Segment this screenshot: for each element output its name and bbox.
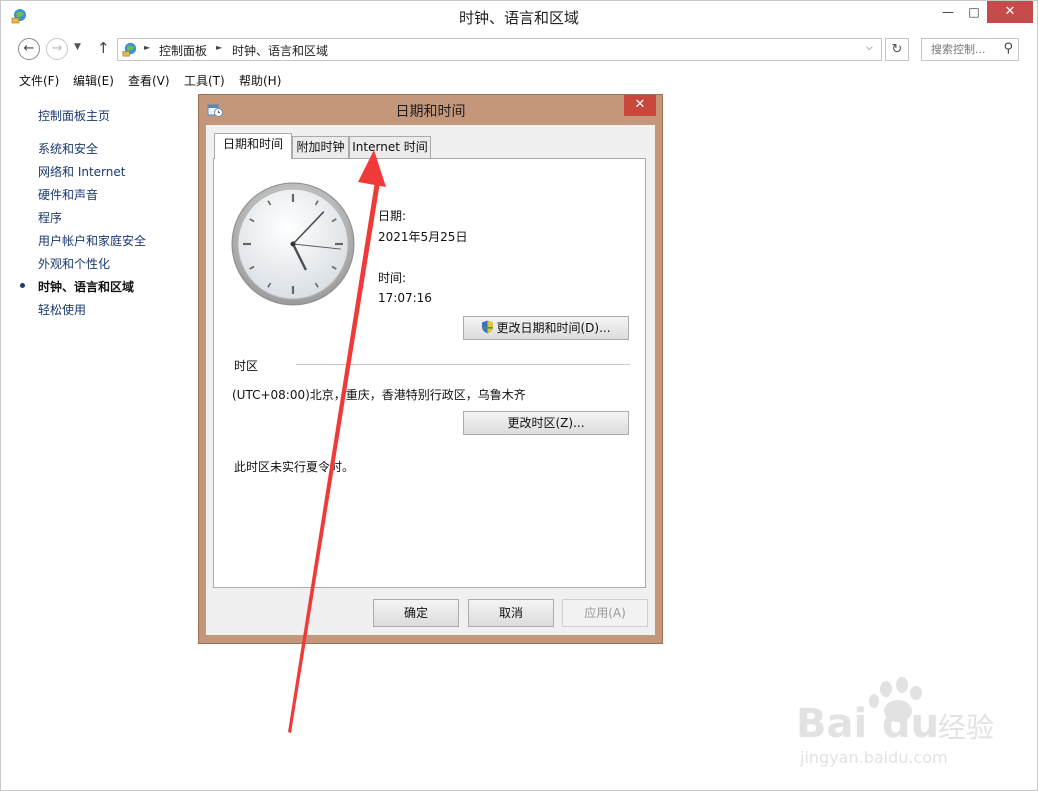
back-button[interactable]: ←: [18, 38, 40, 60]
date-label: 日期:: [378, 209, 407, 223]
menu-bar: 文件(F) 编辑(E) 查看(V) 工具(T) 帮助(H): [1, 69, 1037, 91]
control-panel-icon: [122, 42, 137, 57]
address-bar[interactable]: ► 控制面板 ► 时钟、语言和区域 ⌵: [117, 38, 882, 61]
sidebar: 控制面板主页 系统和安全 网络和 Internet 硬件和声音 程序 用户帐户和…: [1, 91, 201, 391]
sidebar-item-hardware-sound[interactable]: 硬件和声音: [38, 186, 98, 203]
timezone-divider: [296, 364, 630, 365]
uac-shield-icon: [482, 320, 494, 334]
menu-view[interactable]: 查看(V): [128, 72, 170, 89]
breadcrumb-separator-icon[interactable]: ►: [144, 43, 150, 52]
change-date-time-label: 更改日期和时间(D)...: [496, 321, 611, 335]
breadcrumb-clock-language-region[interactable]: 时钟、语言和区域: [232, 42, 328, 59]
tab-date-time[interactable]: 日期和时间: [214, 133, 292, 159]
search-input[interactable]: [922, 39, 1002, 60]
watermark-brand: Bai: [796, 701, 867, 747]
search-icon[interactable]: ⚲: [1003, 41, 1013, 56]
window-title: 时钟、语言和区域: [458, 9, 579, 27]
dialog-close-button[interactable]: ✕: [624, 95, 656, 116]
refresh-button[interactable]: ↻: [885, 38, 909, 61]
forward-button[interactable]: →: [46, 38, 68, 60]
address-bar-row: ← → ▼ ↑ ► 控制面板 ► 时钟、语言和区域 ⌵ ↻ ⚲: [1, 34, 1037, 64]
tab-internet-time[interactable]: Internet 时间: [349, 136, 431, 159]
breadcrumb-separator-icon[interactable]: ►: [216, 43, 222, 52]
address-dropdown-icon[interactable]: ⌵: [866, 43, 873, 53]
date-value: 2021年5月25日: [378, 230, 468, 244]
breadcrumb-control-panel[interactable]: 控制面板: [159, 42, 207, 59]
sidebar-item-programs[interactable]: 程序: [38, 209, 62, 226]
sidebar-item-system-security[interactable]: 系统和安全: [38, 140, 98, 157]
watermark-suffix: 经验: [938, 711, 994, 744]
close-button[interactable]: ✕: [987, 1, 1033, 23]
dst-note: 此时区未实行夏令时。: [234, 460, 355, 474]
change-timezone-button[interactable]: 更改时区(Z)...: [463, 411, 629, 435]
timezone-value: (UTC+08:00)北京，重庆，香港特别行政区，乌鲁木齐: [232, 388, 526, 402]
sidebar-item-ease-of-access[interactable]: 轻松使用: [38, 301, 86, 318]
recent-locations-chevron-icon[interactable]: ▼: [74, 42, 81, 52]
sidebar-home-link[interactable]: 控制面板主页: [38, 107, 110, 124]
sidebar-item-clock-region[interactable]: 时钟、语言和区域: [38, 278, 134, 295]
cancel-button[interactable]: 取消: [468, 599, 554, 627]
up-button[interactable]: ↑: [97, 39, 110, 57]
menu-file[interactable]: 文件(F): [19, 72, 59, 89]
time-label: 时间:: [378, 271, 407, 285]
analog-clock: [231, 182, 355, 306]
time-value: 17:07:16: [378, 291, 432, 305]
change-date-time-button[interactable]: 更改日期和时间(D)...: [463, 316, 629, 340]
watermark-brand-tail: du: [882, 701, 939, 747]
menu-edit[interactable]: 编辑(E): [73, 72, 114, 89]
baidu-watermark: Bai du 经验 jingyan.baidu.com: [796, 677, 994, 767]
title-bar: 时钟、语言和区域 — □ ✕: [1, 1, 1037, 32]
sidebar-item-network[interactable]: 网络和 Internet: [38, 163, 125, 180]
timezone-heading: 时区: [234, 359, 259, 373]
ok-button[interactable]: 确定: [373, 599, 459, 627]
sidebar-item-appearance[interactable]: 外观和个性化: [38, 255, 110, 272]
search-box[interactable]: ⚲: [921, 38, 1019, 61]
tab-additional-clocks[interactable]: 附加时钟: [292, 136, 349, 159]
apply-button[interactable]: 应用(A): [562, 599, 648, 627]
maximize-button[interactable]: □: [961, 1, 987, 23]
watermark-url: jingyan.baidu.com: [799, 748, 948, 767]
date-time-dialog: 日期和时间 ✕ 日期和时间 附加时钟 Internet 时间 日期: 2021年…: [198, 94, 663, 644]
dialog-body: 日期和时间 附加时钟 Internet 时间 日期: 2021年5月25日 时间…: [206, 125, 655, 635]
menu-tools[interactable]: 工具(T): [184, 72, 225, 89]
tab-panel: 日期: 2021年5月25日 时间: 17:07:16 更改日期和时间(D)..…: [213, 158, 646, 588]
menu-help[interactable]: 帮助(H): [239, 72, 281, 89]
sidebar-item-user-accounts[interactable]: 用户帐户和家庭安全: [38, 232, 146, 249]
minimize-button[interactable]: —: [935, 1, 961, 23]
dialog-title: 日期和时间: [395, 104, 466, 120]
active-indicator-icon: [20, 283, 25, 288]
